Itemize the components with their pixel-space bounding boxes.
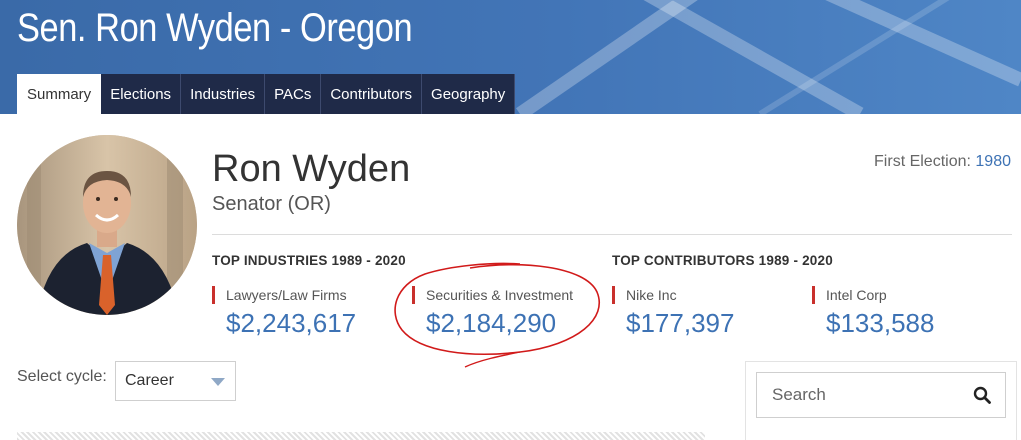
industry-stat-securities: Securities & Investment $2,184,290 xyxy=(412,286,574,338)
stat-label: Lawyers/Law Firms xyxy=(226,287,347,303)
page-title: Sen. Ron Wyden - Oregon xyxy=(17,6,413,50)
stat-label: Securities & Investment xyxy=(426,287,574,303)
tab-geography[interactable]: Geography xyxy=(422,74,516,114)
tab-pacs[interactable]: PACs xyxy=(265,74,322,114)
contributor-stat-nike: Nike Inc $177,397 xyxy=(612,286,734,338)
top-contributors-heading: TOP CONTRIBUTORS 1989 - 2020 xyxy=(612,253,833,268)
profile-role: Senator (OR) xyxy=(212,193,331,215)
stat-value: $2,184,290 xyxy=(426,308,557,338)
search-panel xyxy=(745,361,1017,440)
search-icon[interactable] xyxy=(973,386,991,404)
search-input[interactable] xyxy=(757,373,957,417)
stat-label: Nike Inc xyxy=(626,287,677,303)
tab-summary[interactable]: Summary xyxy=(17,74,102,114)
cycle-label: Select cycle: xyxy=(17,368,107,385)
profile-name: Ron Wyden xyxy=(212,148,411,190)
cycle-select-value: Career xyxy=(125,372,174,389)
stat-value: $133,588 xyxy=(826,308,935,338)
profile-photo xyxy=(17,135,197,315)
stat-value: $2,243,617 xyxy=(226,308,357,338)
section-divider xyxy=(212,234,1012,235)
industry-stat-lawyers: Lawyers/Law Firms $2,243,617 xyxy=(212,286,356,338)
tab-industries[interactable]: Industries xyxy=(181,74,266,114)
stat-label: Intel Corp xyxy=(826,287,887,303)
tab-elections[interactable]: Elections xyxy=(101,74,182,114)
content-divider-bar xyxy=(17,432,705,440)
stat-value: $177,397 xyxy=(626,308,735,338)
cycle-select[interactable]: Career xyxy=(115,361,236,401)
top-industries-heading: TOP INDUSTRIES 1989 - 2020 xyxy=(212,253,406,268)
first-election-year-link[interactable]: 1980 xyxy=(975,153,1011,170)
tab-bar: Summary Elections Industries PACs Contri… xyxy=(17,74,516,114)
caret-down-icon xyxy=(211,378,225,386)
first-election: First Election: 1980 xyxy=(874,153,1011,171)
search-box xyxy=(756,372,1006,418)
contributor-stat-intel: Intel Corp $133,588 xyxy=(812,286,934,338)
first-election-label: First Election: xyxy=(874,153,971,170)
tab-contributors[interactable]: Contributors xyxy=(321,74,423,114)
header-banner: Sen. Ron Wyden - Oregon Summary Election… xyxy=(0,0,1021,114)
